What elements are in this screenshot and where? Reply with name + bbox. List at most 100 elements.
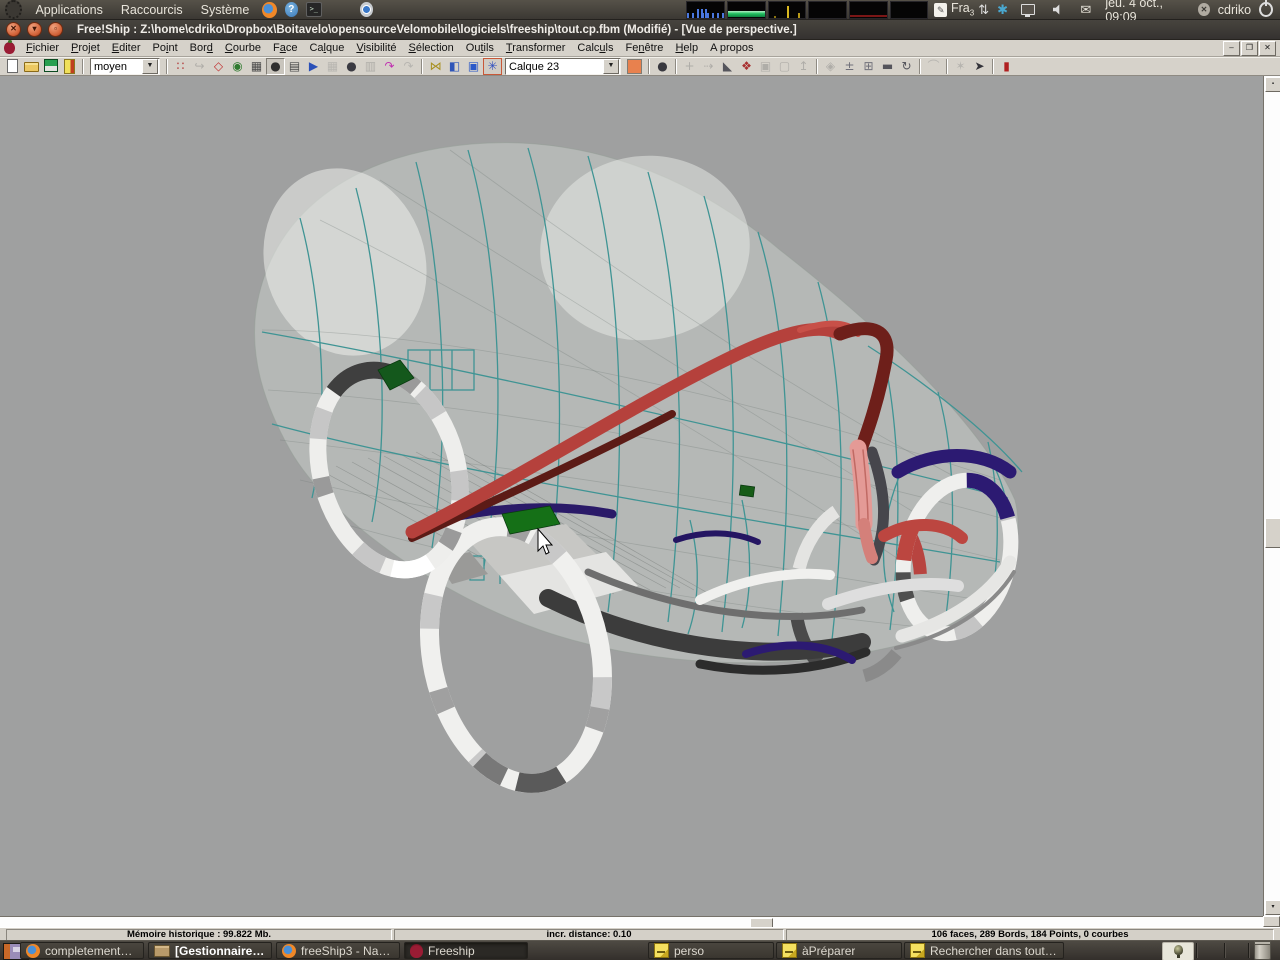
zebra-stripes-icon[interactable]: ▤ — [285, 58, 304, 75]
cpu-monitor[interactable] — [686, 1, 725, 19]
task-button-0[interactable]: completementCintre - ... — [20, 942, 144, 959]
mail-icon[interactable]: ✉ — [1080, 1, 1091, 19]
perspective-viewport[interactable] — [0, 76, 1263, 916]
window-titlebar[interactable]: ✕ ▾ ▫ Free!Ship : Z:\home\cdriko\Dropbox… — [0, 20, 1280, 40]
mdi-minimize-button[interactable]: – — [1223, 41, 1240, 56]
dashed-arrow-icon[interactable]: ⇢ — [699, 58, 718, 75]
horizontal-scrollbar[interactable] — [0, 916, 1263, 927]
red-butterfly-icon[interactable]: ❖ — [737, 58, 756, 75]
menu-calculs[interactable]: Calculs — [571, 41, 619, 55]
interior-edges-icon[interactable]: ↪ — [190, 58, 209, 75]
applications-menu[interactable]: Applications — [26, 3, 111, 17]
layer-combo[interactable]: Calque 23▼ — [505, 58, 621, 75]
chevron-down-icon[interactable]: ▼ — [603, 59, 619, 74]
menu-face[interactable]: Face — [267, 41, 303, 55]
keyboard-layout-label[interactable]: Fra3 — [951, 1, 974, 18]
menu-transformer[interactable]: Transformer — [500, 41, 572, 55]
task-button-2[interactable]: freeShip3 - Navigateur... — [276, 942, 400, 959]
menu-calque[interactable]: Calque — [303, 41, 350, 55]
insert-plane-icon[interactable]: ⊞ — [859, 58, 878, 75]
vscroll-down-button[interactable]: ▾ — [1265, 900, 1280, 915]
vscroll-thumb[interactable] — [1265, 518, 1280, 548]
task-button-5[interactable]: àPréparer — [776, 942, 902, 959]
swap-monitor[interactable] — [890, 1, 929, 19]
red-meter-icon[interactable]: ▮ — [997, 58, 1016, 75]
dark-leaf-icon[interactable]: ● — [342, 58, 361, 75]
save-file-icon[interactable] — [41, 58, 60, 75]
update-icon[interactable]: ✱ — [997, 2, 1008, 18]
mdi-restore-button[interactable]: ❐ — [1241, 41, 1258, 56]
menu-point[interactable]: Point — [147, 41, 184, 55]
lock-open-icon[interactable]: ▢ — [775, 58, 794, 75]
dark-flag-icon[interactable]: ◣ — [718, 58, 737, 75]
terminal-icon[interactable]: >_ — [306, 2, 321, 17]
diamond-pencil-icon[interactable]: ◈ — [821, 58, 840, 75]
menu-fichier[interactable]: Fichier — [20, 41, 65, 55]
menu-bord[interactable]: Bord — [184, 41, 219, 55]
disk-monitor[interactable] — [849, 1, 888, 19]
battlement-icon[interactable]: ▥ — [361, 58, 380, 75]
new-file-icon[interactable] — [3, 58, 22, 75]
minimize-button[interactable]: ▾ — [27, 22, 42, 37]
task-button-3[interactable]: Freeship — [404, 942, 528, 959]
keyboard-layout-icon[interactable]: ✎ — [934, 3, 947, 17]
open-file-icon[interactable] — [22, 58, 41, 75]
control-net-icon[interactable]: ◇ — [209, 58, 228, 75]
system-menu[interactable]: Système — [192, 3, 259, 17]
memory-monitor[interactable] — [727, 1, 766, 19]
exit-icon[interactable] — [60, 58, 79, 75]
plus-minus-icon[interactable]: ± — [840, 58, 859, 75]
chromium-icon[interactable] — [360, 2, 373, 17]
gray-curve-icon[interactable]: ↷ — [399, 58, 418, 75]
volume-icon[interactable] — [1053, 4, 1064, 16]
move-point-icon[interactable]: + — [680, 58, 699, 75]
close-button[interactable]: ✕ — [6, 22, 21, 37]
help-icon[interactable]: ? — [285, 2, 298, 17]
scrollbar-corner[interactable] — [1263, 916, 1280, 927]
dark-box-icon[interactable]: ▬ — [878, 58, 897, 75]
display-icon[interactable] — [1021, 4, 1035, 15]
menu-editer[interactable]: Editer — [106, 41, 147, 55]
menu-sélection[interactable]: Sélection — [403, 41, 460, 55]
vscroll-split-button[interactable]: ▪ — [1265, 77, 1280, 92]
distro-logo[interactable] — [5, 0, 22, 19]
user-status-icon[interactable]: ✕ — [1198, 3, 1210, 16]
menu-help[interactable]: Help — [669, 41, 704, 55]
control-points-icon[interactable]: ∷ — [171, 58, 190, 75]
power-icon[interactable] — [1259, 2, 1273, 17]
perspective-view-canvas[interactable] — [0, 76, 1263, 916]
person-up-icon[interactable]: ↥ — [794, 58, 813, 75]
fair-curve-icon[interactable]: ⌒ — [924, 58, 943, 75]
task-button-4[interactable]: perso — [648, 942, 774, 959]
load-monitor[interactable] — [808, 1, 847, 19]
yellow-x-icon[interactable]: ⋈ — [426, 58, 445, 75]
layer-color-swatch[interactable] — [627, 59, 642, 74]
lock-closed-icon[interactable]: ▣ — [756, 58, 775, 75]
menu-projet[interactable]: Projet — [65, 41, 106, 55]
dark-duck-icon[interactable]: ● — [653, 58, 672, 75]
username[interactable]: cdriko — [1218, 3, 1251, 17]
intersect-star-icon[interactable]: ✶ — [951, 58, 970, 75]
blue-window-icon[interactable]: ▣ — [464, 58, 483, 75]
freeship-mdi-icon[interactable] — [4, 42, 15, 54]
firefox-icon[interactable] — [262, 2, 276, 18]
trash-icon[interactable] — [1254, 943, 1271, 960]
menu-courbe[interactable]: Courbe — [219, 41, 267, 55]
menu-visibilité[interactable]: Visibilité — [350, 41, 402, 55]
chevron-down-icon[interactable]: ▼ — [142, 59, 158, 74]
places-menu[interactable]: Raccourcis — [112, 3, 192, 17]
globe-icon[interactable]: ◉ — [228, 58, 247, 75]
task-button-6[interactable]: Rechercher dans toute... — [904, 942, 1064, 959]
sync-arrows-icon[interactable]: ⇅ — [978, 2, 989, 18]
rotate-icon[interactable]: ↻ — [897, 58, 916, 75]
mdi-close-button[interactable]: ✕ — [1259, 41, 1276, 56]
maximize-button[interactable]: ▫ — [48, 22, 63, 37]
precision-combo[interactable]: moyen▼ — [90, 58, 160, 75]
network-monitor[interactable] — [768, 1, 807, 19]
magenta-curve-icon[interactable]: ↷ — [380, 58, 399, 75]
menu-a-propos[interactable]: A propos — [704, 41, 759, 55]
bird-icon[interactable]: ➤ — [970, 58, 989, 75]
paint-gauge-icon[interactable]: ◧ — [445, 58, 464, 75]
developability-icon[interactable]: ▦ — [323, 58, 342, 75]
mesh-grid-icon[interactable]: ▦ — [247, 58, 266, 75]
